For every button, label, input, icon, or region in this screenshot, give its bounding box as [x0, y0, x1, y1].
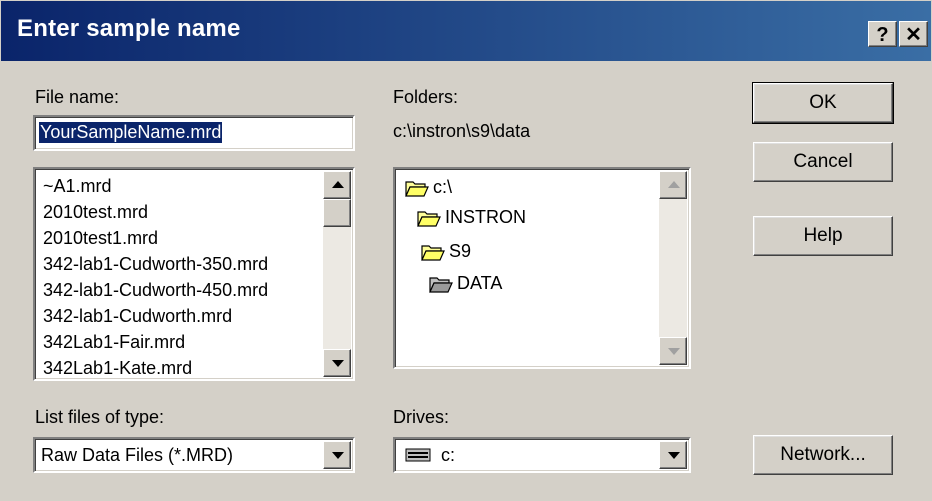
- drives-value: c:: [441, 445, 456, 465]
- dialog-title: Enter sample name: [17, 15, 241, 42]
- folder-label-instron: INSTRON: [445, 207, 526, 227]
- file-type-dropdown-button[interactable]: [323, 441, 351, 469]
- open-folder-gray-icon: [429, 277, 453, 293]
- file-type-select[interactable]: Raw Data Files (*.MRD): [33, 437, 355, 473]
- folder-item-data[interactable]: DATA: [429, 273, 502, 294]
- drives-label: Drives:: [393, 407, 450, 427]
- arrow-up-icon: [668, 181, 680, 188]
- folder-label-data: DATA: [457, 273, 503, 293]
- open-folder-icon: [421, 245, 445, 261]
- open-folder-icon: [417, 211, 441, 227]
- open-folder-icon: [405, 181, 429, 197]
- file-type-value: Raw Data Files (*.MRD): [41, 445, 234, 465]
- list-item[interactable]: 2010test1.mrd: [35, 225, 321, 251]
- network-button[interactable]: Network...: [753, 435, 893, 475]
- scroll-up-button[interactable]: [659, 171, 687, 199]
- list-item[interactable]: 2010test.mrd: [35, 199, 321, 225]
- chevron-down-icon: [332, 452, 344, 459]
- list-item[interactable]: 342-lab1-Cudworth.mrd: [35, 303, 321, 329]
- scroll-thumb[interactable]: [323, 199, 351, 227]
- drives-select[interactable]: c:: [393, 437, 691, 473]
- current-folder-path: c:\instron\s9\data: [393, 121, 531, 141]
- chevron-down-icon: [668, 452, 680, 459]
- close-button[interactable]: ✕: [899, 21, 928, 47]
- list-item[interactable]: 342-lab1-Cudworth-450.mrd: [35, 277, 321, 303]
- drives-dropdown-button[interactable]: [659, 441, 687, 469]
- list-item[interactable]: 342-lab1-Cudworth-350.mrd: [35, 251, 321, 277]
- file-list-scrollbar[interactable]: [323, 171, 351, 377]
- cancel-button[interactable]: Cancel: [753, 142, 893, 182]
- folder-label-s9: S9: [449, 241, 472, 261]
- folder-tree-scrollbar[interactable]: [659, 171, 687, 365]
- scroll-down-button[interactable]: [659, 337, 687, 365]
- folder-item-root[interactable]: c:\: [405, 177, 452, 198]
- folder-tree[interactable]: c:\ INSTRON S9 DATA: [393, 167, 691, 369]
- scroll-up-button[interactable]: [323, 171, 351, 199]
- list-item[interactable]: 342Lab1-Kate.mrd: [35, 355, 321, 379]
- arrow-up-icon: [332, 181, 344, 188]
- file-type-label: List files of type:: [35, 407, 165, 427]
- folder-item-s9[interactable]: S9: [421, 241, 471, 262]
- folder-label-root: c:\: [433, 177, 453, 197]
- enter-sample-name-dialog: Enter sample name ? ✕ File name: YourSam…: [0, 0, 932, 501]
- folder-item-instron[interactable]: INSTRON: [417, 207, 526, 228]
- scroll-down-button[interactable]: [323, 349, 351, 377]
- help-button[interactable]: Help: [753, 216, 893, 256]
- folders-label: Folders:: [393, 87, 459, 107]
- file-name-input[interactable]: YourSampleName.mrd: [33, 115, 355, 151]
- list-item[interactable]: 342Lab1-Fair.mrd: [35, 329, 321, 355]
- file-list[interactable]: ~A1.mrd 2010test.mrd 2010test1.mrd 342-l…: [33, 167, 355, 381]
- list-item[interactable]: ~A1.mrd: [35, 173, 321, 199]
- help-title-button[interactable]: ?: [868, 21, 897, 47]
- file-name-value: YourSampleName.mrd: [39, 122, 223, 143]
- arrow-down-icon: [668, 348, 680, 355]
- arrow-down-icon: [332, 360, 344, 367]
- drive-icon: [405, 448, 431, 462]
- file-name-label: File name:: [35, 87, 120, 107]
- title-bar[interactable]: Enter sample name ? ✕: [1, 1, 931, 61]
- ok-button[interactable]: OK: [752, 82, 894, 124]
